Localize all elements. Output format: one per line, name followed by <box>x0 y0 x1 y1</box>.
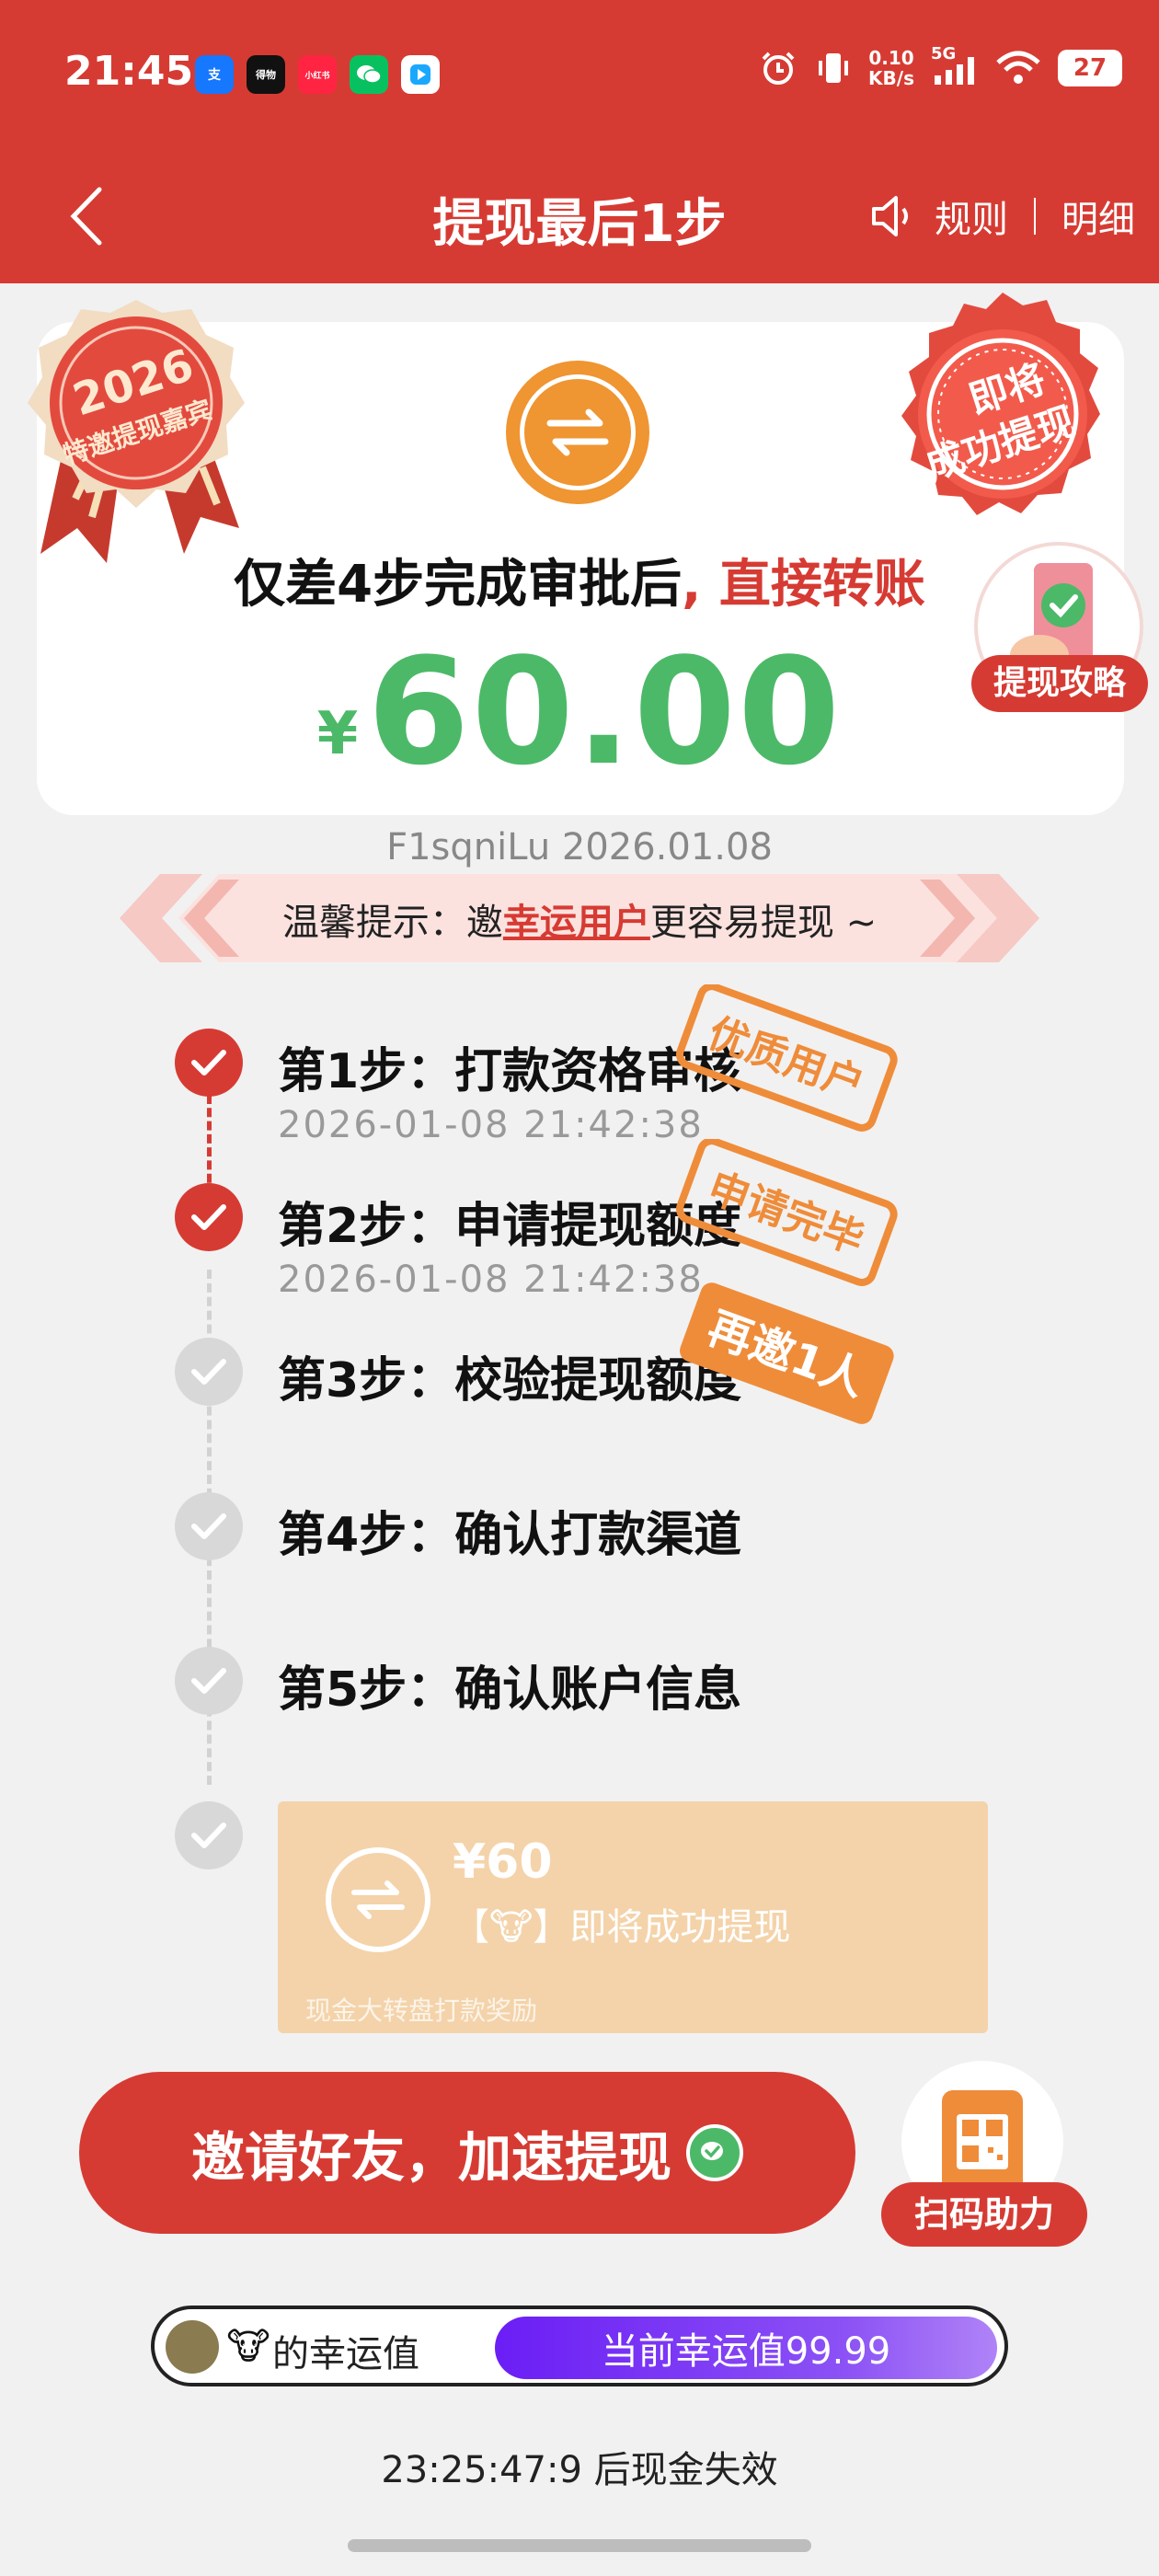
final-step-check-icon <box>175 1801 243 1869</box>
dewu-icon: 得物 <box>247 55 285 94</box>
step-5-title: 第5步：确认账户信息 <box>278 1662 742 1718</box>
system-icons: 0.10 KB/s 5G 27 <box>758 44 1122 89</box>
status-bar: 21:45 支 得物 小红书 0.10 KB/s 5G 27 <box>0 0 1159 147</box>
status-time: 21:45 <box>64 48 194 95</box>
progress-line-done <box>207 1095 212 1196</box>
vibrate-icon <box>819 53 849 83</box>
details-link[interactable]: 明细 <box>1061 190 1135 243</box>
reward-message: 【🐮】即将成功提现 <box>453 1906 791 1949</box>
wechat-icon <box>686 2124 743 2181</box>
scan-qr-button[interactable]: 扫码助力 <box>881 2182 1087 2247</box>
xiaohongshu-icon: 小红书 <box>298 55 337 94</box>
tip-text: 温馨提示：邀幸运用户更容易提现 ~ <box>281 902 878 944</box>
battery-icon: 27 <box>1058 50 1122 86</box>
application-done-stamp: 申请完毕 <box>676 1139 898 1286</box>
invite-friends-button[interactable]: 邀请好友，加速提现 <box>79 2072 855 2234</box>
step-4-check-icon <box>175 1492 243 1560</box>
luck-label: 的幸运值 <box>272 2333 419 2375</box>
step-2-check-icon <box>175 1183 243 1251</box>
reward-amount: ¥60 <box>453 1834 553 1890</box>
avatar <box>166 2320 219 2374</box>
svg-text:优质用户: 优质用户 <box>702 1009 870 1109</box>
user-id-date: F1sqniLu 2026.01.08 <box>386 826 773 868</box>
home-indicator[interactable] <box>348 2539 811 2552</box>
sound-icon[interactable] <box>868 192 916 240</box>
nav-actions: 规则 明细 <box>868 190 1135 243</box>
svg-text:申请完毕: 申请完毕 <box>702 1164 870 1263</box>
wifi-icon <box>996 51 1040 84</box>
luck-value-bar: 🐮 的幸运值 当前幸运值99.99 <box>151 2306 1008 2386</box>
signal-icon: 5G <box>931 44 979 88</box>
nav-bar: 提现最后1步 规则 明细 <box>0 156 1159 267</box>
step-1-time: 2026-01-08 21:42:38 <box>278 1104 704 1146</box>
rules-link[interactable]: 规则 <box>935 190 1008 243</box>
invite-one-more-stamp: 再邀1人 <box>680 1282 894 1424</box>
step-3-check-icon <box>175 1338 243 1406</box>
notification-app-icons: 支 得物 小红书 <box>195 55 440 94</box>
step-5-check-icon <box>175 1647 243 1715</box>
exchange-icon <box>326 1847 430 1952</box>
lucky-user-link[interactable]: 幸运用户 <box>503 902 650 944</box>
header: 21:45 支 得物 小红书 0.10 KB/s 5G 27 提现最后1步 规则… <box>0 0 1159 283</box>
reward-card: ¥60 【🐮】即将成功提现 现金大转盘打款奖励 <box>278 1801 988 2033</box>
success-soon-seal: 即将 成功提现 <box>901 293 1100 515</box>
step-2-time: 2026-01-08 21:42:38 <box>278 1259 704 1301</box>
steps-remaining-text: 仅差4步完成审批后, 直接转账 <box>234 555 925 615</box>
step-1-check-icon <box>175 1029 243 1097</box>
exchange-coin-icon <box>506 361 649 504</box>
video-app-icon <box>401 55 440 94</box>
step-4-title: 第4步：确认打款渠道 <box>278 1508 742 1563</box>
reward-footnote: 现金大转盘打款奖励 <box>305 1995 538 2026</box>
nav-divider <box>1034 198 1036 235</box>
wechat-icon <box>350 55 388 94</box>
luck-value-pill: 当前幸运值99.99 <box>495 2317 997 2379</box>
withdraw-amount: ¥60.00 <box>316 626 843 798</box>
alipay-icon: 支 <box>195 55 234 94</box>
quality-user-stamp: 优质用户 <box>676 984 898 1132</box>
special-guest-seal: 2026 特邀提现嘉宾 <box>28 300 245 563</box>
expiry-countdown: 23:25:47:9 后现金失效 <box>381 2449 778 2491</box>
alarm-icon <box>762 52 795 85</box>
cow-emoji: 🐮 <box>224 2320 272 2374</box>
network-speed: 0.10 KB/s <box>868 47 914 89</box>
